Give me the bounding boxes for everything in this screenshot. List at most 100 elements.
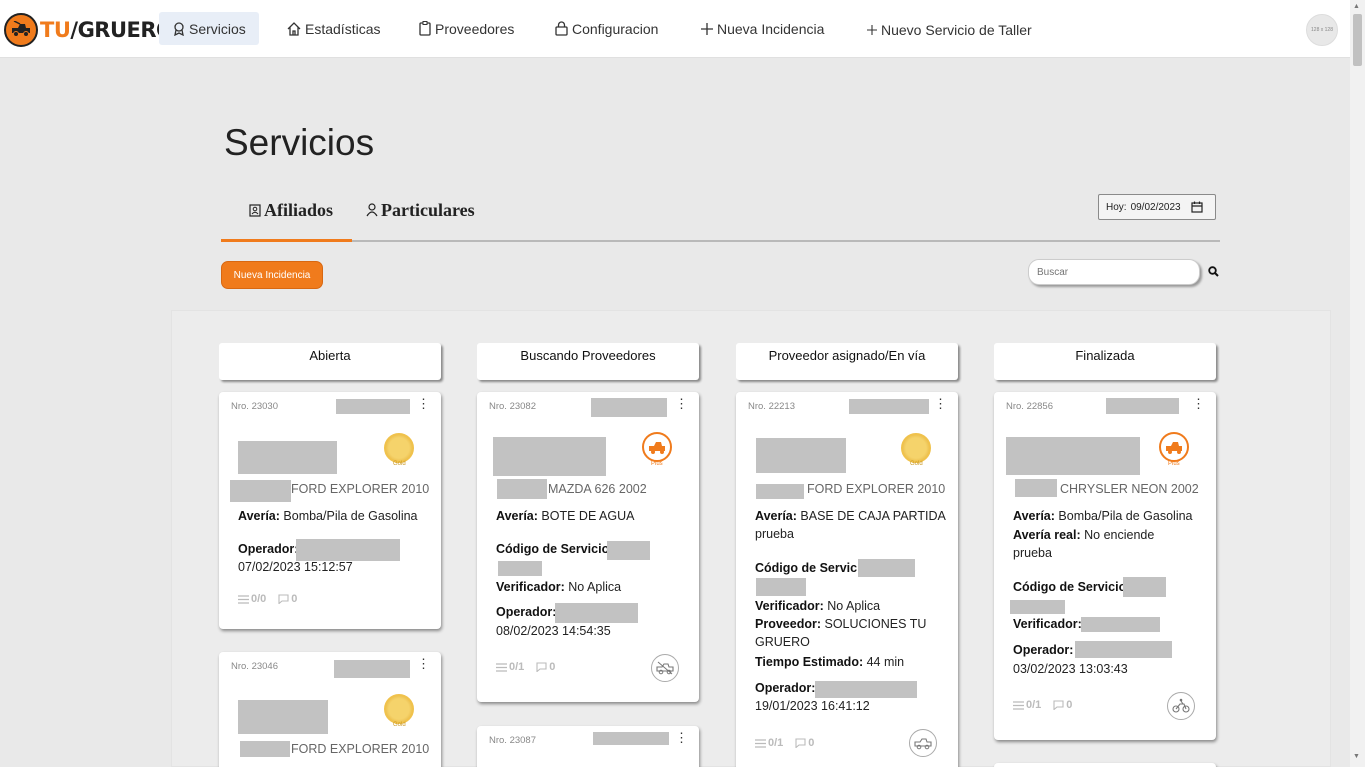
column-header-abierta: Abierta [219,343,441,380]
redacted-client-name [238,441,337,474]
comments-count: 0 [549,661,556,673]
user-avatar[interactable]: 128 x 128 [1306,14,1338,46]
verificador-value: No Aplica [827,599,881,613]
redacted-field [849,399,929,414]
averia-value: Bomba/Pila de Gasolina [283,509,418,523]
service-card[interactable]: Nro. 22856 ⋮ Plus CHRYSLER NEON 2002 Ave… [994,392,1216,740]
tab-particulares-label: Particulares [381,199,475,220]
redacted-client-name [493,437,606,476]
comments-count: 0 [291,593,298,605]
service-card[interactable]: Nro. 23082 ⋮ Plus MAZDA 626 2002 Avería:… [477,392,699,702]
redacted-code [858,559,915,577]
averia-label: Avería: [238,509,280,523]
page-scrollbar[interactable]: ▲ ▼ [1350,0,1365,767]
person-icon [366,203,378,217]
plus-plan-badge-icon [1159,432,1189,462]
more-options-icon[interactable]: ⋮ [1192,397,1205,410]
card-number: Nro. 22213 [748,401,796,412]
tow-truck-disabled-icon[interactable] [651,654,679,682]
logo[interactable]: TU/GRUERO [4,12,174,48]
list-icon [1013,700,1024,710]
plus-icon [701,22,713,35]
redacted-code [1010,600,1065,614]
redacted-plate [1015,479,1057,497]
notes-count: 0/1 [768,737,784,749]
tab-afiliados[interactable]: Afiliados [249,198,333,222]
date-value: 09/02/2023 [1130,201,1181,213]
card-number: Nro. 23082 [489,401,537,412]
codigo-label: Código de Servicio: [1013,580,1131,594]
redacted-client-name [756,438,846,473]
nav-servicios-label: Servicios [189,20,246,37]
more-options-icon[interactable]: ⋮ [934,397,947,410]
averia-label: Avería: [1013,509,1055,523]
badge-label: Gold [393,722,406,728]
nav-estadisticas-label: Estadísticas [305,20,381,37]
tow-truck-logo-icon [4,13,38,47]
averia-value: Bomba/Pila de Gasolina [1058,509,1193,523]
nav-configuracion-label: Configuracion [572,20,659,37]
nav-configuracion[interactable]: Configuracion [549,12,664,45]
service-card[interactable] [994,763,1216,767]
date-label: Hoy: [1106,201,1127,213]
operador-label: Operador: [1013,643,1074,657]
comment-icon [795,738,806,748]
more-options-icon[interactable]: ⋮ [675,731,688,744]
nav-nuevo-servicio-taller[interactable]: Nuevo Servicio de Taller [861,13,1038,46]
gold-plan-badge-icon [384,433,414,463]
scroll-up-arrow-icon[interactable]: ▲ [1353,3,1360,10]
more-options-icon[interactable]: ⋮ [417,657,430,670]
column-header-asignado: Proveedor asignado/En vía [736,343,958,380]
redacted-operator [1075,641,1172,658]
vehicle-model: FORD EXPLORER 2010 [807,482,946,496]
card-counters: 0/1 0 [1013,699,1072,711]
scroll-thumb[interactable] [1353,14,1362,66]
plus-icon [867,24,877,35]
search-input[interactable] [1028,259,1200,285]
badge-label: Gold [910,461,923,467]
nav-servicios[interactable]: Servicios [159,12,259,45]
redacted-code [607,541,650,560]
tow-truck-icon[interactable] [909,729,937,757]
new-incidence-button[interactable]: Nueva Incidencia [221,261,323,289]
service-card[interactable]: Nro. 23046 ⋮ Gold FORD EXPLORER 2010 [219,652,441,767]
card-counters: 0/1 0 [755,737,814,749]
more-options-icon[interactable]: ⋮ [417,397,430,410]
scroll-down-arrow-icon[interactable]: ▼ [1353,753,1360,760]
calendar-icon[interactable] [1191,201,1203,213]
redacted-field [591,398,667,417]
card-counters: 0/0 0 [238,593,297,605]
gold-plan-badge-icon [901,433,931,463]
tiempo-value: 44 min [866,655,905,669]
proveedor-label: Proveedor: [755,617,821,631]
redacted-operator [555,603,638,623]
nav-nueva-incidencia[interactable]: Nueva Incidencia [695,12,830,45]
plus-plan-badge-icon [642,432,672,462]
tiempo-label: Tiempo Estimado: [755,655,864,669]
more-options-icon[interactable]: ⋮ [675,397,688,410]
motorcycle-icon[interactable] [1167,692,1195,720]
list-icon [496,662,507,672]
lock-icon [555,21,568,36]
redacted-plate [497,479,547,499]
averia-label: Avería: [755,509,797,523]
nav-proveedores[interactable]: Proveedores [413,12,520,45]
date-picker[interactable]: Hoy: 09/02/2023 [1098,194,1216,220]
averia-value: BASE DE CAJA PARTIDA [800,509,946,523]
search-icon[interactable] [1208,266,1219,277]
nav-estadisticas[interactable]: Estadísticas [281,12,386,45]
redacted-plate [230,480,291,502]
redacted-field [593,732,669,745]
card-number: Nro. 23030 [231,401,279,412]
service-card[interactable]: Nro. 23030 ⋮ Gold FORD EXPLORER 2010 Ave… [219,392,441,629]
page-title: Servicios [224,122,375,163]
tab-afiliados-label: Afiliados [264,199,334,220]
top-navbar: TU/GRUERO Servicios Estadísticas Proveed… [0,0,1350,58]
tab-particulares[interactable]: Particulares [366,198,475,222]
verificador-label: Verificador: [496,580,565,594]
card-datetime: 07/02/2023 15:12:57 [238,560,353,574]
nav-nueva-incidencia-label: Nueva Incidencia [717,20,825,37]
service-card[interactable]: Nro. 23087 ⋮ [477,726,699,767]
service-card[interactable]: Nro. 22213 ⋮ Gold FORD EXPLORER 2010 Ave… [736,392,958,767]
nav-nuevo-servicio-label: Nuevo Servicio de Taller [881,21,1032,38]
